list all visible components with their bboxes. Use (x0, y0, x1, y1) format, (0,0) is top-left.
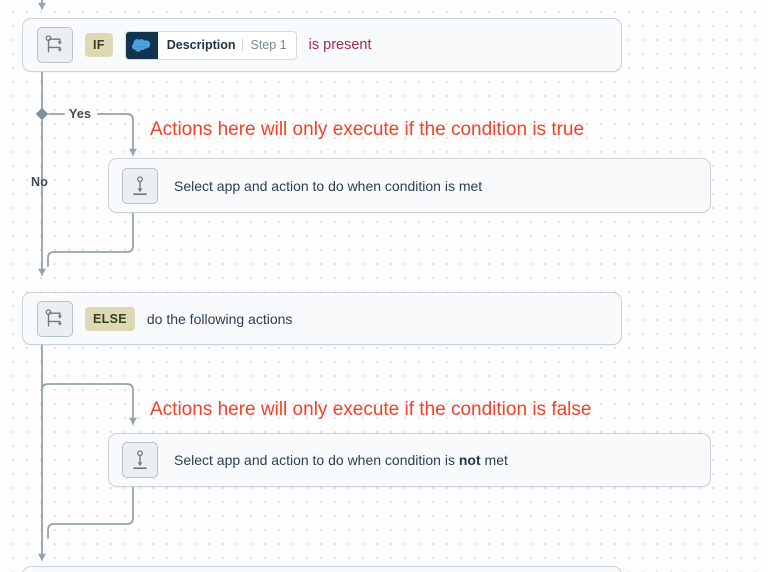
false-action-label-suffix: met (480, 452, 508, 468)
branch-diamond (35, 107, 49, 121)
salesforce-cloud-icon (125, 31, 158, 59)
condition-field-pill[interactable]: Description Step 1 (124, 30, 297, 60)
action-placeholder-glyph (133, 175, 147, 195)
else-keyword-badge[interactable]: ELSE (85, 306, 135, 331)
connector-false-action-merge (47, 486, 134, 539)
action-placeholder-glyph (133, 450, 147, 470)
next-step-card-partial[interactable] (22, 566, 622, 572)
workflow-canvas[interactable]: IF Description Step 1 is present Yes No … (0, 0, 768, 572)
else-step-card[interactable]: ELSE do the following actions (22, 292, 622, 345)
else-step-label: do the following actions (146, 310, 293, 327)
false-action-label-emphasis: not (458, 452, 481, 468)
connector-else-to-action (41, 383, 137, 425)
annotation-true-branch: Actions here will only execute if the co… (150, 119, 585, 140)
connector-true-action-merge (47, 212, 134, 267)
annotation-false-branch: Actions here will only execute if the co… (150, 399, 592, 420)
false-action-label-prefix: Select app and action to do when conditi… (174, 452, 459, 468)
false-action-card[interactable]: Select app and action to do when conditi… (108, 433, 711, 487)
true-action-label: Select app and action to do when conditi… (174, 178, 482, 194)
if-step-card[interactable]: IF Description Step 1 is present (22, 18, 622, 72)
pill-divider (242, 38, 244, 52)
condition-step-label: Step 1 (250, 38, 287, 52)
branch-label-yes: Yes (69, 107, 92, 121)
true-action-label-text: Select app and action to do when conditi… (174, 177, 483, 194)
condition-operator[interactable]: is present (309, 37, 372, 53)
true-action-card[interactable]: Select app and action to do when conditi… (108, 158, 711, 213)
if-keyword-badge[interactable]: IF (85, 33, 113, 57)
false-action-label: Select app and action to do when conditi… (174, 452, 508, 468)
branch-icon-glyph (45, 308, 62, 326)
branch-icon (37, 300, 73, 337)
connector-yes-to-action (97, 113, 137, 156)
branch-icon-glyph (45, 35, 62, 53)
branch-label-no: No (31, 175, 49, 189)
action-placeholder-icon (122, 442, 158, 478)
branch-icon (37, 27, 73, 63)
action-placeholder-icon (122, 167, 158, 204)
condition-field-name: Description (166, 38, 236, 52)
salesforce-cloud-glyph (132, 39, 151, 52)
